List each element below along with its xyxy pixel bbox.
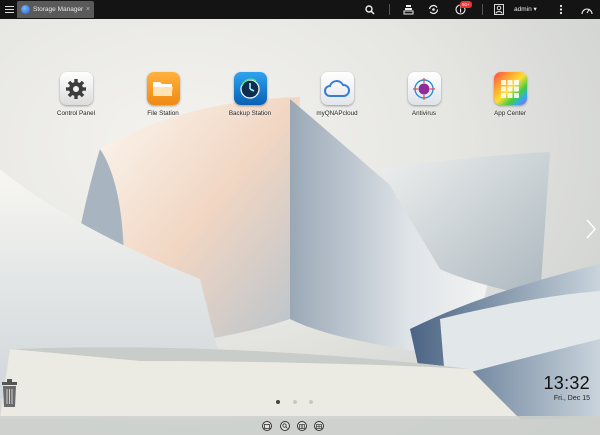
desktop-clock: 13:32 Fri., Dec 15 xyxy=(543,373,590,402)
window-overview-button[interactable] xyxy=(297,421,307,431)
show-desktop-button[interactable] xyxy=(262,421,272,431)
app-label: Antivirus xyxy=(411,110,437,117)
close-icon[interactable]: × xyxy=(86,6,90,13)
user-icon xyxy=(493,4,504,15)
app-backup-station[interactable]: Backup Station xyxy=(215,72,285,117)
gear-icon xyxy=(59,72,93,105)
grid-icon xyxy=(316,423,322,429)
page-indicator-3[interactable] xyxy=(309,400,313,404)
app-antivirus[interactable]: Antivirus xyxy=(389,72,459,117)
toolbar-divider xyxy=(482,4,483,15)
tab-label: Storage Manager xyxy=(33,6,84,13)
page-indicator-1[interactable] xyxy=(276,400,280,404)
app-label: App Center xyxy=(494,110,526,117)
toolbar-divider xyxy=(389,4,390,15)
cloud-icon xyxy=(320,72,354,105)
app-label: File Station xyxy=(147,110,179,117)
dashboard-button[interactable] xyxy=(580,0,594,19)
background-tasks-button[interactable] xyxy=(401,0,415,19)
antivirus-target-icon xyxy=(407,72,441,105)
search-icon xyxy=(365,4,375,15)
folder-icon xyxy=(146,72,180,105)
more-options-button[interactable] xyxy=(556,0,566,19)
dock-search-button[interactable] xyxy=(280,421,290,431)
next-page-arrow-icon[interactable] xyxy=(584,218,598,240)
tasks-stack-icon xyxy=(403,5,413,15)
user-avatar[interactable] xyxy=(492,0,505,19)
more-vertical-icon xyxy=(559,4,563,15)
app-control-panel[interactable]: Control Panel xyxy=(41,72,111,117)
app-label: Control Panel xyxy=(56,110,96,117)
user-menu[interactable]: admin ▾ xyxy=(514,0,537,19)
sync-button[interactable] xyxy=(426,0,440,19)
clock-date: Fri., Dec 15 xyxy=(553,395,590,402)
app-grid-icon xyxy=(493,72,527,105)
storage-manager-icon xyxy=(21,5,30,14)
app-file-station[interactable]: File Station xyxy=(128,72,198,117)
speedometer-icon xyxy=(581,8,593,14)
app-list-button[interactable] xyxy=(314,421,324,431)
hamburger-icon xyxy=(4,5,14,7)
desktop-icon xyxy=(264,423,270,429)
sync-icon xyxy=(428,4,438,15)
main-menu-button[interactable] xyxy=(0,0,18,19)
columns-icon xyxy=(299,423,305,429)
recycle-bin-icon[interactable] xyxy=(0,378,20,408)
open-window-tab[interactable]: Storage Manager × xyxy=(17,1,94,18)
page-indicator-2[interactable] xyxy=(293,400,297,404)
app-myqnapcloud[interactable]: myQNAPcloud xyxy=(302,72,372,117)
app-app-center[interactable]: App Center xyxy=(475,72,545,117)
magnifier-icon xyxy=(282,423,288,429)
backup-clock-icon xyxy=(233,72,267,105)
clock-time: 13:32 xyxy=(543,373,590,393)
notification-count-badge: 50+ xyxy=(460,1,472,8)
app-label: Backup Station xyxy=(228,110,272,117)
app-label: myQNAPcloud xyxy=(316,110,358,117)
search-button[interactable] xyxy=(364,0,376,19)
